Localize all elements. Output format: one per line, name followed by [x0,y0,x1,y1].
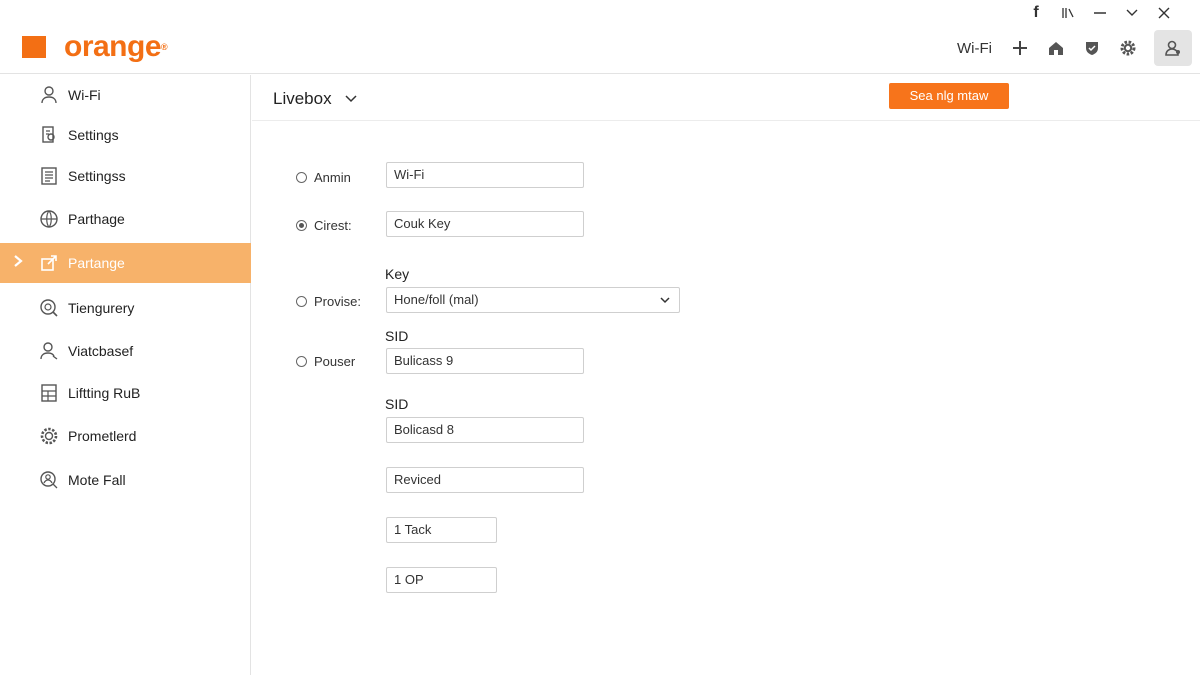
sidebar-item-settings[interactable]: Settings [0,115,251,155]
livebox-selector[interactable]: Livebox [273,89,358,109]
header-actions: Wi-Fi [957,30,1192,66]
sidebar-item-prometlerd[interactable]: Prometlerd [0,416,251,456]
wifi-header-link[interactable]: Wi-Fi [957,40,992,57]
sidebar-item-label: Viatcbasef [68,343,134,359]
window-controls: f [1020,2,1180,24]
sidebar-nav: Wi-Fi Settings Settingss Parthage Partan… [0,75,251,675]
radio-label: Provise: [314,294,361,309]
share-icon [38,252,60,274]
sidebar-item-parthage[interactable]: Parthage [0,199,251,239]
bolicasd-field[interactable]: Bolicasd 8 [386,417,584,443]
brand-name: orange® [64,30,168,63]
sidebar-item-liftting-rub[interactable]: Liftting RuB [0,373,251,413]
sidebar-item-wifi[interactable]: Wi-Fi [0,75,251,115]
radio-provise[interactable]: Provise: [296,294,361,309]
sidebar-item-settingss[interactable]: Settingss [0,156,251,196]
gear-icon[interactable] [1110,30,1146,66]
sidebar-item-label: Tiengurery [68,300,135,316]
radio-circle[interactable] [296,220,307,231]
grid-doc-icon [38,382,60,404]
wifi-field[interactable]: Wi-Fi [386,162,584,188]
op-field[interactable]: 1 OP [386,567,497,593]
bulicass-field[interactable]: Bulicass 9 [386,348,584,374]
save-button[interactable]: Sea nlg mtaw [889,83,1009,109]
radio-label: Pouser [314,354,356,369]
restore-icon[interactable] [1052,2,1084,24]
radio-pouser[interactable]: Pouser [296,354,355,369]
radio-anmin[interactable]: Anmin [296,170,351,185]
radio-circle[interactable] [296,296,307,307]
mode-select[interactable]: Hone/foll (mal) [386,287,680,313]
sidebar-item-label: Wi-Fi [68,87,101,103]
radio-label: Cirest: [314,218,352,233]
sidebar-item-tiengurery[interactable]: Tiengurery [0,288,251,328]
chevron-right-icon [12,254,24,273]
sidebar-item-label: Prometlerd [68,428,137,444]
page-title: Livebox [273,89,332,108]
couk-key-field[interactable]: Couk Key [386,211,584,237]
globe-icon [38,208,60,230]
sidebar-item-label: Settingss [68,168,126,184]
sidebar-item-label: Parthage [68,211,125,227]
chevron-down-icon [345,95,357,103]
home-icon[interactable] [1038,30,1074,66]
radio-cirest[interactable]: Cirest: [296,218,352,233]
user-icon[interactable] [1154,30,1192,66]
shield-icon[interactable] [1074,30,1110,66]
tack-field[interactable]: 1 Tack [386,517,497,543]
search-person-icon [38,469,60,491]
reviced-field[interactable]: Reviced [386,467,584,493]
orange-logo[interactable]: orange® [22,30,168,63]
key-label: Key [385,266,410,282]
close-icon[interactable] [1148,2,1180,24]
plus-icon[interactable] [1002,30,1038,66]
facebook-icon[interactable]: f [1020,2,1052,24]
gear-globe-icon [38,425,60,447]
sidebar-item-label: Partange [68,255,125,271]
document-user-icon [38,124,60,146]
chevron-down-icon[interactable] [1116,2,1148,24]
list-icon [38,165,60,187]
sidebar-item-mote-fall[interactable]: Mote Fall [0,460,251,500]
radio-label: Anmin [314,170,351,185]
page-subheader: Livebox Sea nlg mtaw [252,75,1200,121]
main-panel: Livebox Sea nlg mtaw Anmin Cirest: Provi… [252,75,1200,675]
radio-circle[interactable] [296,356,307,367]
user-icon [38,84,60,106]
select-value: Hone/foll (mal) [394,292,479,307]
chevron-down-icon [660,297,670,304]
logo-square-icon [22,36,46,58]
sidebar-item-partange[interactable]: Partange [0,243,251,283]
search-globe-icon [38,297,60,319]
sid-label: SID [385,396,409,412]
app-header: orange® Wi-Fi [0,24,1200,74]
radio-circle[interactable] [296,172,307,183]
sidebar-item-label: Settings [68,127,119,143]
sid-label: SID [385,328,409,344]
person-icon [38,340,60,362]
sidebar-item-label: Liftting RuB [68,385,141,401]
minimize-icon[interactable] [1084,2,1116,24]
sidebar-item-viatcbasef[interactable]: Viatcbasef [0,331,251,371]
sidebar-item-label: Mote Fall [68,472,126,488]
